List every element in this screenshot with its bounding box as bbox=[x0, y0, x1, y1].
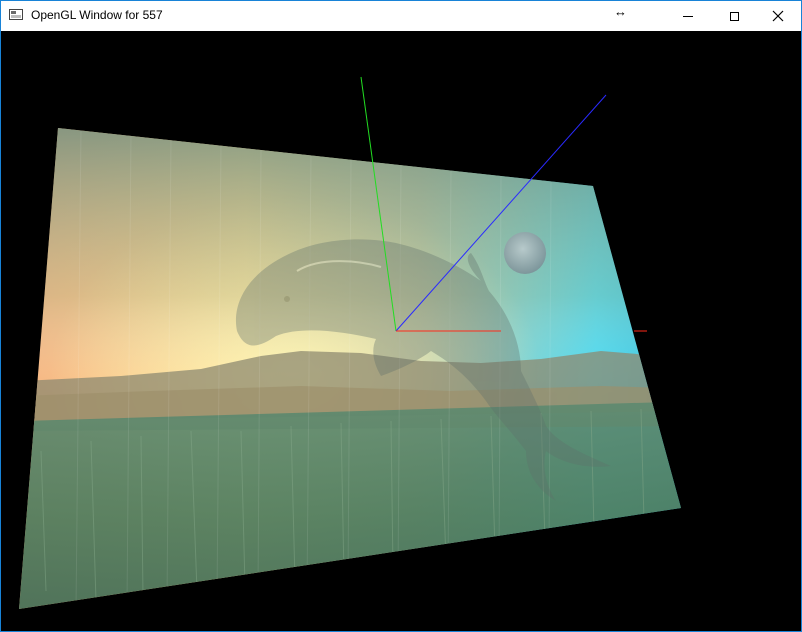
title-bar[interactable]: OpenGL Window for 557 ↔ bbox=[1, 1, 801, 31]
maximize-icon bbox=[729, 11, 739, 21]
close-icon bbox=[772, 10, 784, 22]
window-title: OpenGL Window for 557 bbox=[31, 8, 163, 22]
opengl-viewport[interactable] bbox=[1, 31, 801, 631]
minimize-button[interactable] bbox=[665, 1, 711, 31]
minimize-icon bbox=[683, 15, 693, 17]
maximize-button[interactable] bbox=[711, 1, 757, 31]
moon bbox=[504, 232, 546, 274]
opengl-window: OpenGL Window for 557 ↔ bbox=[0, 0, 802, 632]
app-window-icon[interactable] bbox=[9, 9, 23, 20]
textured-quad bbox=[19, 128, 681, 609]
scene-canvas bbox=[19, 76, 681, 609]
resize-arrows-icon: ↔ bbox=[614, 4, 627, 19]
close-button[interactable] bbox=[755, 1, 801, 31]
